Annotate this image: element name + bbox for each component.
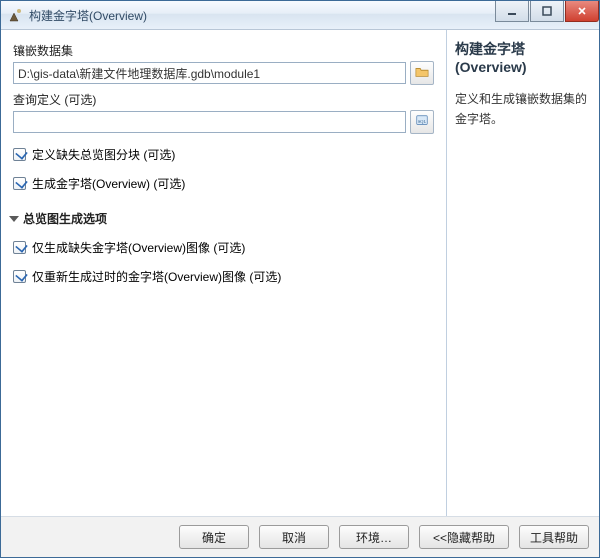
- browse-button[interactable]: [410, 61, 434, 85]
- checkbox2-row[interactable]: 生成金字塔(Overview) (可选): [13, 175, 434, 192]
- checkbox2-label: 生成金字塔(Overview) (可选): [32, 175, 185, 192]
- section-heading[interactable]: 总览图生成选项: [9, 210, 434, 227]
- help-title: 构建金字塔 (Overview): [455, 40, 591, 76]
- checkbox3-label: 仅生成缺失金字塔(Overview)图像 (可选): [32, 239, 245, 256]
- checkbox4-label: 仅重新生成过时的金字塔(Overview)图像 (可选): [32, 268, 281, 285]
- tool-help-button[interactable]: 工具帮助: [519, 525, 589, 549]
- cancel-button[interactable]: 取消: [259, 525, 329, 549]
- body-area: 镶嵌数据集 查询定义 (可选): [1, 30, 599, 516]
- chevron-down-icon: [9, 216, 19, 222]
- hide-help-button[interactable]: <<隐藏帮助: [419, 525, 509, 549]
- checkbox3-row[interactable]: 仅生成缺失金字塔(Overview)图像 (可选): [13, 239, 434, 256]
- mosaic-input[interactable]: [13, 62, 406, 84]
- checkbox1-row[interactable]: 定义缺失总览图分块 (可选): [13, 146, 434, 163]
- close-button[interactable]: [565, 1, 599, 22]
- folder-icon: [415, 65, 429, 82]
- help-pane: 构建金字塔 (Overview) 定义和生成镶嵌数据集的金字塔。: [447, 30, 599, 516]
- query-input-row: SQL: [13, 110, 434, 134]
- checkbox-only-stale[interactable]: [13, 270, 26, 283]
- minimize-button[interactable]: [495, 1, 529, 22]
- sql-icon: SQL: [415, 114, 429, 131]
- sql-button[interactable]: SQL: [410, 110, 434, 134]
- mosaic-label: 镶嵌数据集: [13, 42, 434, 59]
- section-label: 总览图生成选项: [23, 210, 107, 227]
- checkbox-generate-overview[interactable]: [13, 177, 26, 190]
- query-label: 查询定义 (可选): [13, 91, 434, 108]
- window-title: 构建金字塔(Overview): [29, 7, 147, 24]
- window-controls: [494, 1, 599, 22]
- dialog-window: 构建金字塔(Overview) 镶嵌数据集: [0, 0, 600, 558]
- main-pane: 镶嵌数据集 查询定义 (可选): [1, 30, 447, 516]
- app-icon: [7, 7, 23, 23]
- query-input[interactable]: [13, 111, 406, 133]
- maximize-button[interactable]: [530, 1, 564, 22]
- checkbox-only-missing[interactable]: [13, 241, 26, 254]
- checkbox4-row[interactable]: 仅重新生成过时的金字塔(Overview)图像 (可选): [13, 268, 434, 285]
- svg-text:SQL: SQL: [418, 118, 427, 123]
- mosaic-input-row: [13, 61, 434, 85]
- ok-button[interactable]: 确定: [179, 525, 249, 549]
- checkbox-define-missing[interactable]: [13, 148, 26, 161]
- title-bar[interactable]: 构建金字塔(Overview): [1, 1, 599, 30]
- environment-button[interactable]: 环境…: [339, 525, 409, 549]
- help-description: 定义和生成镶嵌数据集的金字塔。: [455, 90, 591, 128]
- button-bar: 确定 取消 环境… <<隐藏帮助 工具帮助: [1, 516, 599, 557]
- checkbox1-label: 定义缺失总览图分块 (可选): [32, 146, 175, 163]
